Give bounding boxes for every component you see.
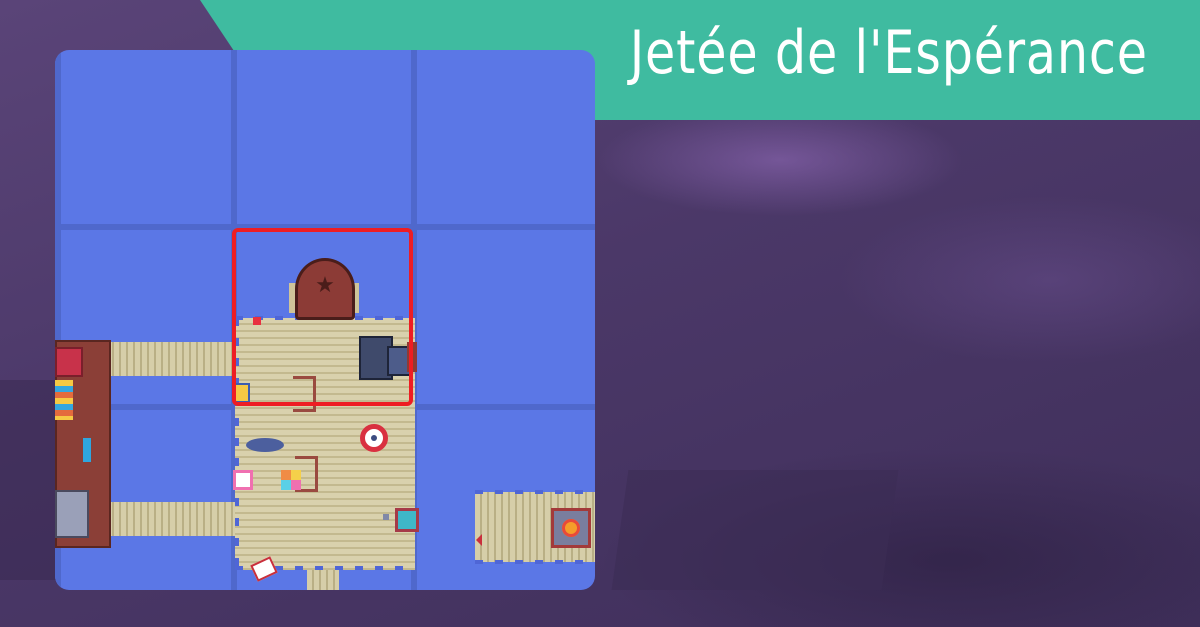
candy-icon[interactable] <box>281 470 301 490</box>
highlight-frame <box>232 228 413 406</box>
treasure-box-icon[interactable] <box>551 508 591 548</box>
pink-item[interactable] <box>233 470 253 490</box>
bolt <box>383 514 389 520</box>
striped-awning <box>55 380 73 420</box>
cyan-post <box>83 438 91 462</box>
shadow <box>246 438 284 452</box>
dock-edge <box>475 560 595 564</box>
background-shape <box>611 470 899 590</box>
teal-crate[interactable] <box>395 508 419 532</box>
walkway-upper[interactable] <box>107 342 235 376</box>
walkway-lower[interactable] <box>107 502 235 536</box>
red-crate <box>55 347 83 377</box>
background-shape <box>0 380 60 580</box>
location-title: Jetée de l'Espérance <box>629 18 1148 88</box>
walkway-south[interactable] <box>307 570 339 590</box>
game-map[interactable]: ★ <box>55 50 595 590</box>
dock-edge <box>475 490 595 494</box>
arrow-marker <box>476 534 482 546</box>
grey-machine <box>55 490 89 538</box>
lifebuoy-icon[interactable] <box>360 424 388 452</box>
